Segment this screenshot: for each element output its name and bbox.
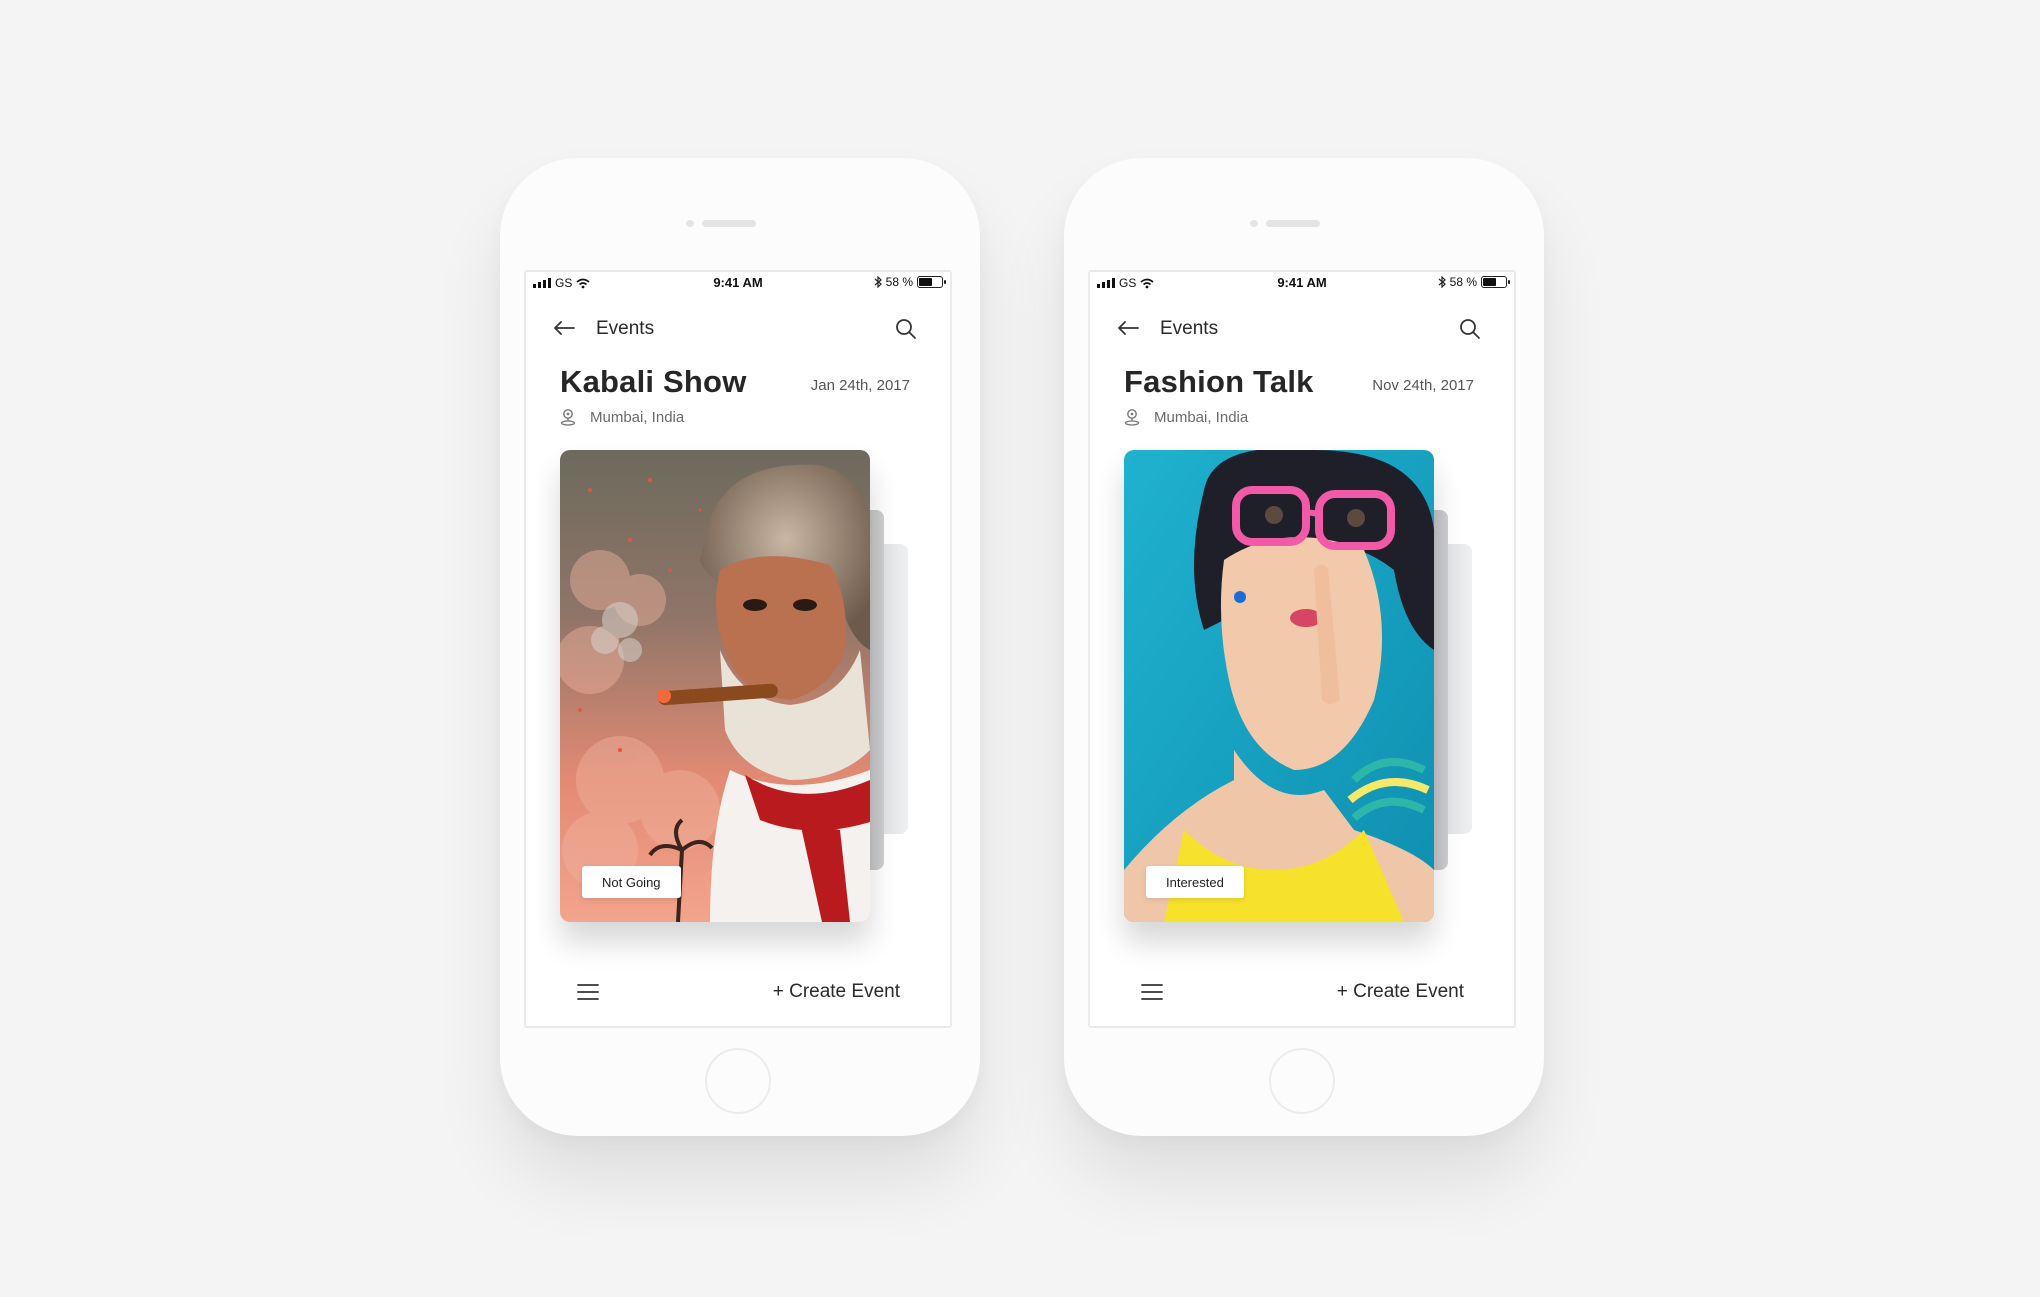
create-event-button[interactable]: + Create Event — [1337, 981, 1464, 1003]
event-card-stack: Not Going — [560, 450, 916, 930]
hamburger-menu-icon[interactable] — [1140, 982, 1164, 1002]
event-location: Mumbai, India — [560, 408, 684, 426]
event-location: Mumbai, India — [1124, 408, 1248, 426]
home-button — [1269, 1048, 1335, 1114]
event-card[interactable]: Not Going — [560, 450, 870, 922]
page-title: Events — [596, 318, 655, 339]
event-poster-image — [560, 450, 870, 922]
create-event-button[interactable]: + Create Event — [773, 981, 900, 1003]
battery-percent: 58 % — [885, 275, 913, 289]
hamburger-menu-icon[interactable] — [576, 982, 600, 1002]
location-pin-icon — [560, 409, 576, 426]
earpiece-speaker — [1266, 220, 1320, 227]
bluetooth-icon — [1438, 276, 1446, 288]
arrow-left-icon[interactable] — [1116, 318, 1140, 338]
location-text: Mumbai, India — [1154, 408, 1249, 426]
status-bar: GS 9:41 AM 58 % — [526, 272, 950, 292]
event-card-stack: Interested — [1124, 450, 1480, 930]
event-card[interactable]: Interested — [1124, 450, 1434, 922]
arrow-left-icon[interactable] — [552, 318, 576, 338]
bottom-bar: + Create Event — [1090, 972, 1514, 1012]
location-text: Mumbai, India — [590, 408, 685, 426]
earpiece-speaker — [702, 220, 756, 227]
phone-mockup: GS 9:41 AM 58 % Events Kabali Show Jan 2… — [500, 158, 980, 1136]
nav-bar: Events — [526, 308, 950, 350]
event-title: Fashion Talk — [1124, 364, 1314, 399]
bluetooth-icon — [874, 276, 882, 288]
rsvp-status-button[interactable]: Not Going — [582, 866, 681, 898]
event-poster-image — [1124, 450, 1434, 922]
phone-mockup: GS 9:41 AM 58 % Events Fashion Talk Nov … — [1064, 158, 1544, 1136]
front-camera — [686, 220, 694, 227]
home-button — [705, 1048, 771, 1114]
front-camera — [1250, 220, 1258, 227]
event-title: Kabali Show — [560, 364, 747, 399]
search-icon[interactable] — [894, 317, 918, 341]
battery-percent: 58 % — [1449, 275, 1477, 289]
search-icon[interactable] — [1458, 317, 1482, 341]
status-bar: GS 9:41 AM 58 % — [1090, 272, 1514, 292]
page-title: Events — [1160, 318, 1219, 339]
rsvp-status-button[interactable]: Interested — [1146, 866, 1244, 898]
showcase-stage: GS 9:41 AM 58 % Events Kabali Show Jan 2… — [0, 0, 2040, 1297]
nav-bar: Events — [1090, 308, 1514, 350]
phone-screen: GS 9:41 AM 58 % Events Fashion Talk Nov … — [1088, 270, 1516, 1028]
phone-screen: GS 9:41 AM 58 % Events Kabali Show Jan 2… — [524, 270, 952, 1028]
battery-icon — [917, 276, 946, 288]
bottom-bar: + Create Event — [526, 972, 950, 1012]
event-date: Nov 24th, 2017 — [1372, 377, 1474, 394]
location-pin-icon — [1124, 409, 1140, 426]
battery-icon — [1481, 276, 1510, 288]
event-date: Jan 24th, 2017 — [810, 377, 910, 394]
